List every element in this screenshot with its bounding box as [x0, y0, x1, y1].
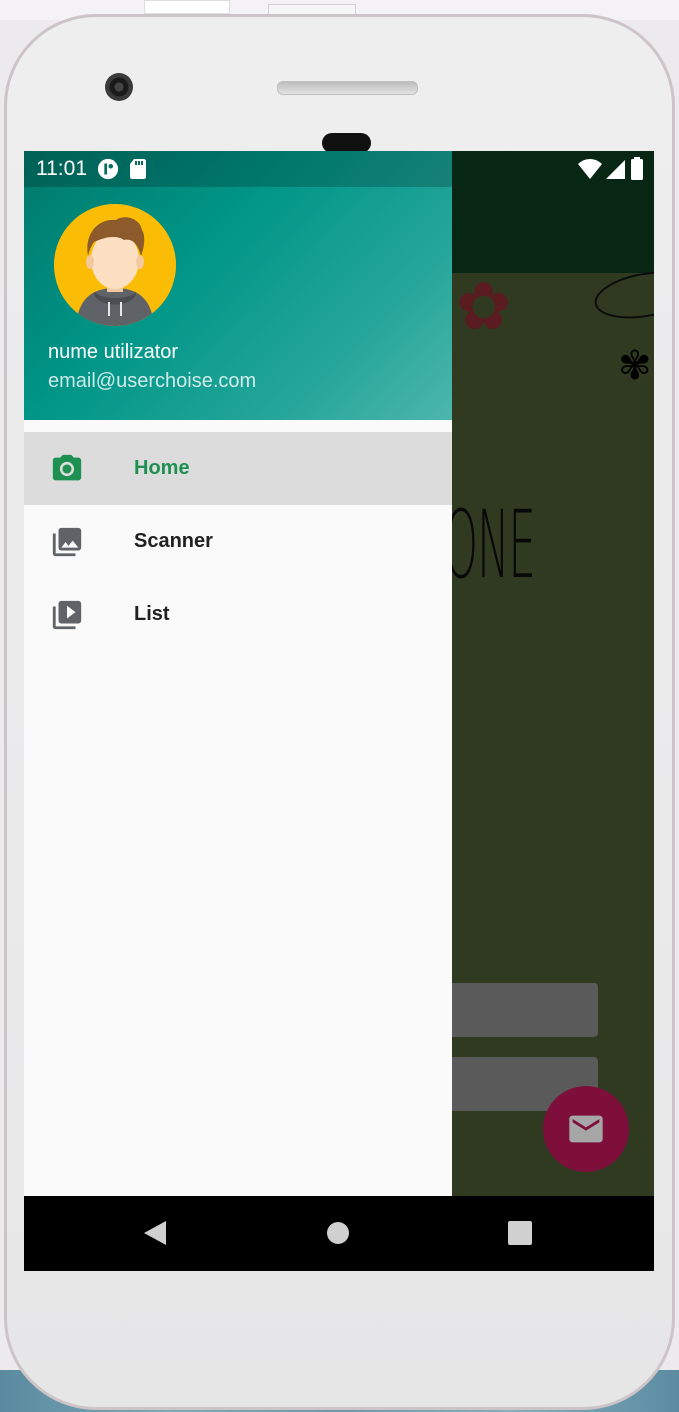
- avatar[interactable]: [54, 204, 176, 326]
- menu-item-label: List: [134, 603, 170, 625]
- status-bar: 11:01: [24, 151, 654, 187]
- earpiece-speaker: [277, 81, 418, 95]
- camera-icon: [52, 454, 82, 481]
- video-library-icon: [52, 600, 82, 630]
- menu-item-label: Home: [134, 457, 190, 479]
- photo-library-icon: [52, 527, 82, 557]
- menu-item-list[interactable]: List: [24, 578, 452, 651]
- user-email: email@userchoise.com: [48, 370, 257, 392]
- notification-app-icon: [97, 158, 119, 180]
- front-camera: [105, 73, 133, 101]
- navigation-drawer: nume utilizator email@userchoise.com Hom…: [24, 151, 452, 1196]
- battery-icon: [631, 157, 643, 180]
- paper-sheet: [144, 0, 230, 14]
- user-avatar-icon: [54, 204, 176, 326]
- user-name: nume utilizator: [48, 341, 179, 363]
- cell-signal-icon: [606, 160, 625, 179]
- sd-card-icon: [129, 158, 147, 180]
- recent-apps-icon[interactable]: [508, 1221, 532, 1245]
- proximity-sensor: [322, 133, 371, 153]
- home-icon[interactable]: [327, 1222, 349, 1244]
- status-icons: [578, 157, 644, 181]
- wifi-icon: [578, 159, 602, 179]
- drawer-header: nume utilizator email@userchoise.com: [24, 151, 452, 420]
- drawer-menu: Home Scanner List: [24, 432, 452, 651]
- menu-item-label: Scanner: [134, 530, 213, 552]
- menu-item-scanner[interactable]: Scanner: [24, 505, 452, 578]
- menu-item-home[interactable]: Home: [24, 432, 452, 505]
- device-screen: ✿ ✾ ONE nume utilizator email@userchoise…: [24, 151, 654, 1271]
- system-navigation-bar: [24, 1196, 654, 1271]
- status-time: 11:01: [36, 157, 87, 180]
- back-icon[interactable]: [144, 1221, 166, 1245]
